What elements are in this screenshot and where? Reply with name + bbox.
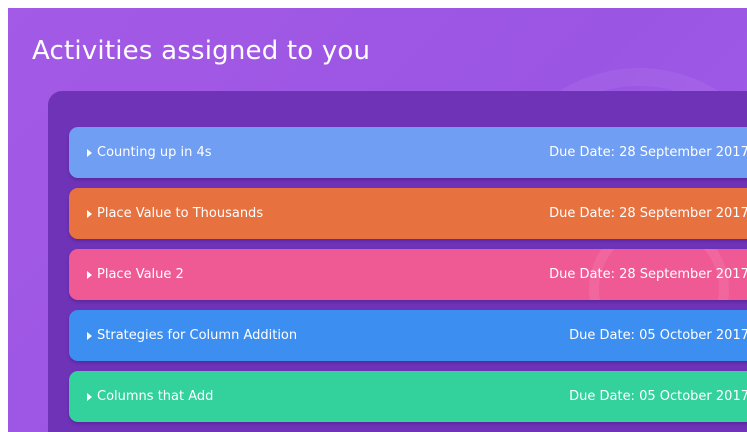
- activity-name-label: Columns that Add: [97, 389, 214, 404]
- activity-item[interactable]: Strategies for Column Addition Due Date:…: [69, 310, 747, 361]
- activity-name-label: Place Value to Thousands: [97, 206, 264, 221]
- caret-right-icon: [87, 209, 92, 218]
- caret-right-icon: [87, 270, 92, 279]
- activities-panel: Activities assigned to you Counting up i…: [8, 8, 747, 432]
- due-date: Due Date: 28 September 2017: [549, 144, 747, 160]
- due-date: Due Date: 05 October 2017: [569, 327, 747, 343]
- activity-name: Place Value 2: [87, 267, 184, 282]
- activity-item[interactable]: Columns that Add Due Date: 05 October 20…: [69, 371, 747, 422]
- activity-name: Columns that Add: [87, 389, 213, 404]
- due-date: Due Date: 28 September 2017: [549, 205, 747, 221]
- activity-item[interactable]: Counting up in 4s Due Date: 28 September…: [69, 127, 747, 178]
- activity-name: Place Value to Thousands: [87, 206, 263, 221]
- activity-name-label: Strategies for Column Addition: [97, 328, 298, 343]
- caret-right-icon: [87, 392, 92, 401]
- activity-item[interactable]: Place Value to Thousands Due Date: 28 Se…: [69, 188, 747, 239]
- caret-right-icon: [87, 331, 92, 340]
- due-date: Due Date: 28 September 2017: [549, 266, 747, 282]
- activity-name: Counting up in 4s: [87, 145, 212, 160]
- activity-name-label: Counting up in 4s: [97, 145, 212, 160]
- activity-name: Strategies for Column Addition: [87, 328, 297, 343]
- caret-right-icon: [87, 148, 92, 157]
- panel-title: Activities assigned to you: [32, 36, 371, 66]
- activities-list: Counting up in 4s Due Date: 28 September…: [48, 91, 747, 432]
- activity-item[interactable]: Place Value 2 Due Date: 28 September 201…: [69, 249, 747, 300]
- activity-name-label: Place Value 2: [97, 267, 184, 282]
- due-date: Due Date: 05 October 2017: [569, 388, 747, 404]
